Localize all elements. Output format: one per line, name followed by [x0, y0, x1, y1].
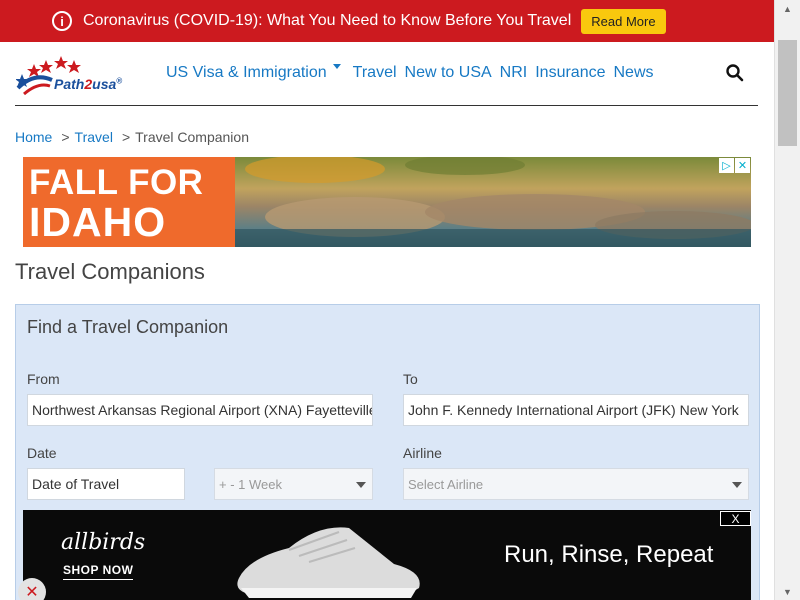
breadcrumb-separator: > [61, 129, 70, 145]
close-icon[interactable]: ✕ [18, 578, 46, 600]
from-label: From [27, 371, 60, 387]
path2usa-logo[interactable]: Path2usa® [15, 50, 138, 98]
ad-tagline: Run, Rinse, Repeat [504, 541, 714, 568]
from-airport-input[interactable]: Northwest Arkansas Regional Airport (XNA… [27, 394, 373, 426]
date-of-travel-input[interactable]: Date of Travel [27, 468, 185, 500]
breadcrumb-separator: > [121, 129, 131, 145]
airline-placeholder: Select Airline [408, 477, 484, 492]
nav-insurance[interactable]: Insurance [535, 64, 605, 82]
ad-headline-2: IDAHO [29, 199, 167, 245]
ad-info-icon[interactable]: ▷ [719, 158, 734, 173]
page-title: Travel Companions [15, 259, 205, 284]
main-nav: US Visa & Immigration Travel New to USA … [166, 64, 662, 82]
date-label: Date [27, 445, 57, 461]
sneaker-image [237, 527, 420, 598]
ad-headline-1: FALL FOR [29, 163, 204, 202]
date-range-value: + - 1 Week [219, 477, 282, 492]
river-rocks-image [235, 157, 751, 247]
page-scrollbar[interactable]: ▲ ▼ [774, 0, 800, 600]
allbirds-advertisement[interactable]: allbirds SHOP NOW Run, Rinse, Repeat X [23, 510, 751, 600]
date-range-select[interactable]: + - 1 Week [214, 468, 373, 500]
to-label: To [403, 371, 418, 387]
nav-new-to-usa[interactable]: New to USA [405, 64, 492, 82]
covid-banner-text[interactable]: Coronavirus (COVID-19): What You Need to… [83, 12, 571, 30]
chevron-down-icon [356, 482, 366, 488]
logo-text: Path2usa® [54, 76, 123, 92]
airline-select[interactable]: Select Airline [403, 468, 749, 500]
breadcrumb-home[interactable]: Home [15, 129, 52, 145]
scroll-up-icon[interactable]: ▲ [775, 0, 800, 17]
scroll-down-icon[interactable]: ▼ [775, 583, 800, 600]
nav-us-visa[interactable]: US Visa & Immigration [166, 64, 327, 82]
info-circle-icon: i [52, 11, 72, 31]
scrollbar-thumb[interactable] [778, 40, 797, 146]
covid-banner: i Coronavirus (COVID-19): What You Need … [0, 0, 774, 42]
header-divider [15, 105, 758, 106]
breadcrumb-travel[interactable]: Travel [75, 129, 113, 145]
breadcrumb-current: Travel Companion [135, 129, 249, 145]
ad-text-block: FALL FOR IDAHO [23, 157, 235, 247]
ad-close-button[interactable]: X [720, 511, 751, 526]
form-title: Find a Travel Companion [27, 317, 229, 337]
chevron-down-icon[interactable] [332, 64, 341, 69]
ad-landscape-image [235, 157, 751, 247]
nav-travel[interactable]: Travel [353, 64, 397, 82]
shop-now-link[interactable]: SHOP NOW [63, 563, 134, 580]
chevron-down-icon [732, 482, 742, 488]
to-airport-input[interactable]: John F. Kennedy International Airport (J… [403, 394, 749, 426]
nav-news[interactable]: News [613, 64, 653, 82]
ad-choices[interactable]: ▷ ✕ [718, 158, 750, 173]
ad-close-icon[interactable]: ✕ [735, 158, 750, 173]
nav-nri[interactable]: NRI [500, 64, 528, 82]
ad-brand-name: allbirds [61, 530, 146, 555]
site-header: Path2usa® US Visa & Immigration Travel N… [0, 42, 774, 106]
idaho-advertisement[interactable]: FALL FOR IDAHO ▷ ✕ [23, 157, 751, 247]
airline-label: Airline [403, 445, 442, 461]
read-more-button[interactable]: Read More [581, 8, 666, 34]
breadcrumb: Home > Travel > Travel Companion [15, 129, 249, 145]
search-icon[interactable] [726, 64, 744, 82]
